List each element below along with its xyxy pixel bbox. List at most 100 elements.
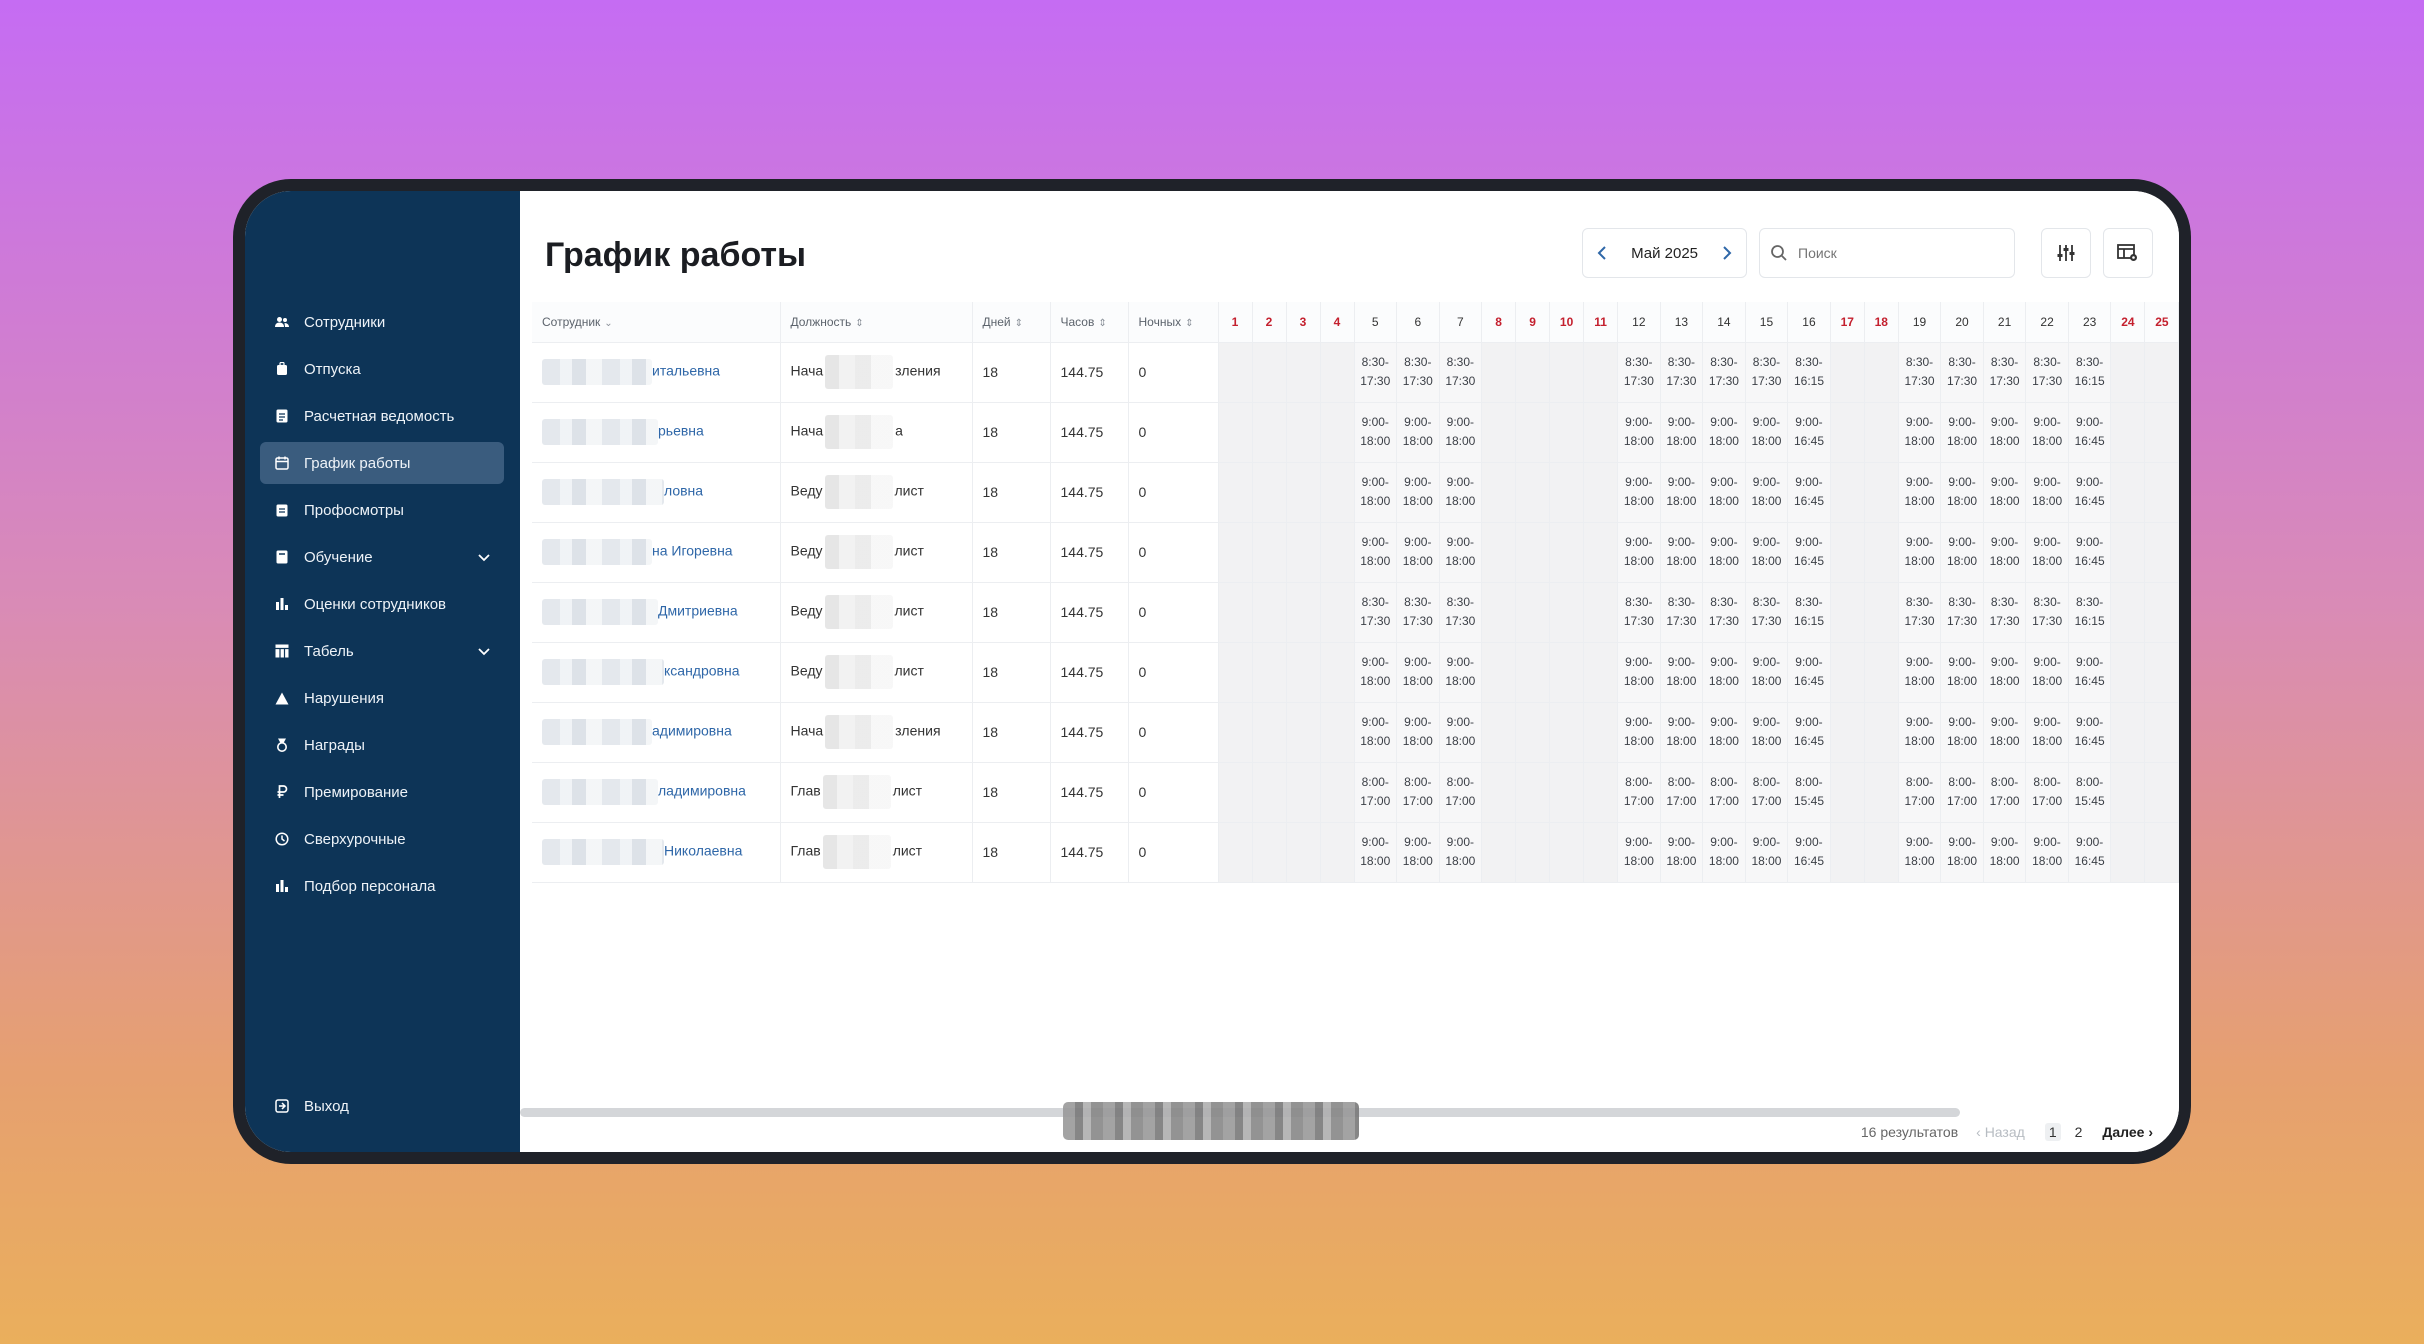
table-settings-button[interactable]: [2103, 228, 2153, 278]
shift-cell[interactable]: 9:00- 16:45: [1787, 462, 1831, 523]
table-row[interactable]: ладимировна Глав лист 18 144.75 0 8:00- 17:00 8:…: [532, 762, 2179, 823]
shift-cell[interactable]: 9:00- 18:00: [1354, 642, 1398, 703]
shift-cell[interactable]: 8:30- 17:30: [1617, 342, 1661, 403]
shift-cell[interactable]: 9:00- 18:00: [1617, 822, 1661, 883]
shift-cell[interactable]: 9:00- 18:00: [1940, 402, 1984, 463]
shift-cell[interactable]: 8:30- 17:30: [1745, 342, 1789, 403]
shift-cell[interactable]: 9:00- 18:00: [1396, 522, 1440, 583]
empty-shift-cell[interactable]: [1286, 462, 1321, 523]
employee-cell[interactable]: ладимировна: [532, 762, 781, 823]
empty-shift-cell[interactable]: [1549, 642, 1585, 703]
empty-shift-cell[interactable]: [1515, 762, 1551, 823]
shift-cell[interactable]: 9:00- 18:00: [1745, 702, 1789, 763]
shift-cell[interactable]: 8:00- 17:00: [1983, 762, 2027, 823]
sort-icon[interactable]: ⇕: [855, 318, 863, 329]
shift-cell[interactable]: 8:30- 17:30: [1660, 582, 1704, 643]
empty-shift-cell[interactable]: [1515, 582, 1551, 643]
table-row[interactable]: ксандровна Веду лист 18 144.75 0 9:00- 18:00 9:0…: [532, 642, 2179, 703]
empty-shift-cell[interactable]: [2144, 642, 2179, 703]
sidebar-item-3[interactable]: Расчетная ведомость: [260, 395, 504, 437]
shift-cell[interactable]: 8:30- 17:30: [1396, 342, 1440, 403]
sidebar-item-13[interactable]: Подбор персонала: [260, 865, 504, 907]
shift-cell[interactable]: 8:00- 17:00: [2025, 762, 2069, 823]
empty-shift-cell[interactable]: [1252, 342, 1287, 403]
empty-shift-cell[interactable]: [2144, 522, 2179, 583]
empty-shift-cell[interactable]: [1864, 462, 1899, 523]
empty-shift-cell[interactable]: [1286, 342, 1321, 403]
sidebar-item-2[interactable]: Отпуска: [260, 348, 504, 390]
empty-shift-cell[interactable]: [1830, 642, 1865, 703]
shift-cell[interactable]: 9:00- 16:45: [2068, 702, 2112, 763]
search-input[interactable]: [1796, 244, 1990, 262]
shift-cell[interactable]: 9:00- 18:00: [1660, 462, 1704, 523]
shift-cell[interactable]: 8:30- 17:30: [1617, 582, 1661, 643]
sort-icon[interactable]: ⇕: [1185, 318, 1193, 329]
empty-shift-cell[interactable]: [1864, 762, 1899, 823]
col-days-header[interactable]: Дней ⇕: [972, 302, 1051, 343]
shift-cell[interactable]: 9:00- 18:00: [1439, 642, 1483, 703]
shift-cell[interactable]: 9:00- 18:00: [1702, 462, 1746, 523]
empty-shift-cell[interactable]: [1864, 342, 1899, 403]
empty-shift-cell[interactable]: [1320, 342, 1355, 403]
shift-cell[interactable]: 9:00- 18:00: [1702, 822, 1746, 883]
shift-cell[interactable]: 8:30- 17:30: [1745, 582, 1789, 643]
employee-name-link[interactable]: адимировна: [652, 723, 732, 739]
empty-shift-cell[interactable]: [2144, 402, 2179, 463]
empty-shift-cell[interactable]: [1515, 522, 1551, 583]
shift-cell[interactable]: 9:00- 16:45: [1787, 702, 1831, 763]
empty-shift-cell[interactable]: [1218, 462, 1253, 523]
empty-shift-cell[interactable]: [2110, 642, 2146, 703]
table-row[interactable]: ловна Веду лист 18 144.75 0 9:00- 18:00 9:00- 18:…: [532, 462, 2179, 523]
shift-cell[interactable]: 8:30- 17:30: [1354, 582, 1398, 643]
shift-cell[interactable]: 8:00- 17:00: [1940, 762, 1984, 823]
employee-cell[interactable]: на Игоревна: [532, 522, 781, 583]
sidebar-item-12[interactable]: Сверхурочные: [260, 818, 504, 860]
empty-shift-cell[interactable]: [1320, 462, 1355, 523]
shift-cell[interactable]: 8:00- 17:00: [1745, 762, 1789, 823]
shift-cell[interactable]: 9:00- 18:00: [1940, 822, 1984, 883]
empty-shift-cell[interactable]: [1218, 762, 1253, 823]
empty-shift-cell[interactable]: [1864, 822, 1899, 883]
shift-cell[interactable]: 9:00- 16:45: [2068, 822, 2112, 883]
sidebar-item-9[interactable]: Нарушения: [260, 677, 504, 719]
shift-cell[interactable]: 9:00- 18:00: [1617, 462, 1661, 523]
shift-cell[interactable]: 8:30- 17:30: [1660, 342, 1704, 403]
shift-cell[interactable]: 9:00- 18:00: [1617, 702, 1661, 763]
sidebar-item-4[interactable]: График работы: [260, 442, 504, 484]
table-row[interactable]: на Игоревна Веду лист 18 144.75 0 9:00- 18:00 9:…: [532, 522, 2179, 583]
shift-cell[interactable]: 9:00- 18:00: [1898, 402, 1942, 463]
shift-cell[interactable]: 8:00- 17:00: [1660, 762, 1704, 823]
shift-cell[interactable]: 8:30- 17:30: [1940, 342, 1984, 403]
shift-cell[interactable]: 9:00- 18:00: [1983, 822, 2027, 883]
shift-cell[interactable]: 9:00- 18:00: [1396, 402, 1440, 463]
shift-cell[interactable]: 9:00- 18:00: [1660, 702, 1704, 763]
employee-name-link[interactable]: Дмитриевна: [658, 603, 738, 619]
col-night-header[interactable]: Ночных ⇕: [1128, 302, 1219, 343]
shift-cell[interactable]: 9:00- 18:00: [1898, 702, 1942, 763]
shift-cell[interactable]: 9:00- 18:00: [1898, 462, 1942, 523]
shift-cell[interactable]: 8:30- 17:30: [1898, 342, 1942, 403]
shift-cell[interactable]: 9:00- 18:00: [1354, 522, 1398, 583]
sort-icon[interactable]: ⇕: [1098, 318, 1106, 329]
empty-shift-cell[interactable]: [1583, 762, 1619, 823]
shift-cell[interactable]: 8:30- 17:30: [2025, 342, 2069, 403]
employee-name-link[interactable]: рьевна: [658, 423, 704, 439]
scrollbar-drag-handle[interactable]: [1063, 1102, 1359, 1140]
prev-month-button[interactable]: [1583, 229, 1621, 277]
empty-shift-cell[interactable]: [1218, 822, 1253, 883]
shift-cell[interactable]: 8:30- 17:30: [1983, 342, 2027, 403]
shift-cell[interactable]: 9:00- 18:00: [1660, 822, 1704, 883]
shift-cell[interactable]: 8:30- 17:30: [2025, 582, 2069, 643]
empty-shift-cell[interactable]: [1830, 822, 1865, 883]
table-row[interactable]: Николаевна Глав лист 18 144.75 0 9:00- 18:00 9:0…: [532, 822, 2179, 883]
empty-shift-cell[interactable]: [1481, 342, 1517, 403]
next-page-button[interactable]: Далее ›: [2102, 1124, 2153, 1140]
empty-shift-cell[interactable]: [1218, 402, 1253, 463]
employee-cell[interactable]: итальевна: [532, 342, 781, 403]
shift-cell[interactable]: 9:00- 18:00: [2025, 402, 2069, 463]
shift-cell[interactable]: 9:00- 18:00: [1702, 702, 1746, 763]
page-link[interactable]: 2: [2071, 1123, 2087, 1141]
shift-cell[interactable]: 9:00- 18:00: [1745, 402, 1789, 463]
empty-shift-cell[interactable]: [1830, 702, 1865, 763]
empty-shift-cell[interactable]: [1583, 822, 1619, 883]
